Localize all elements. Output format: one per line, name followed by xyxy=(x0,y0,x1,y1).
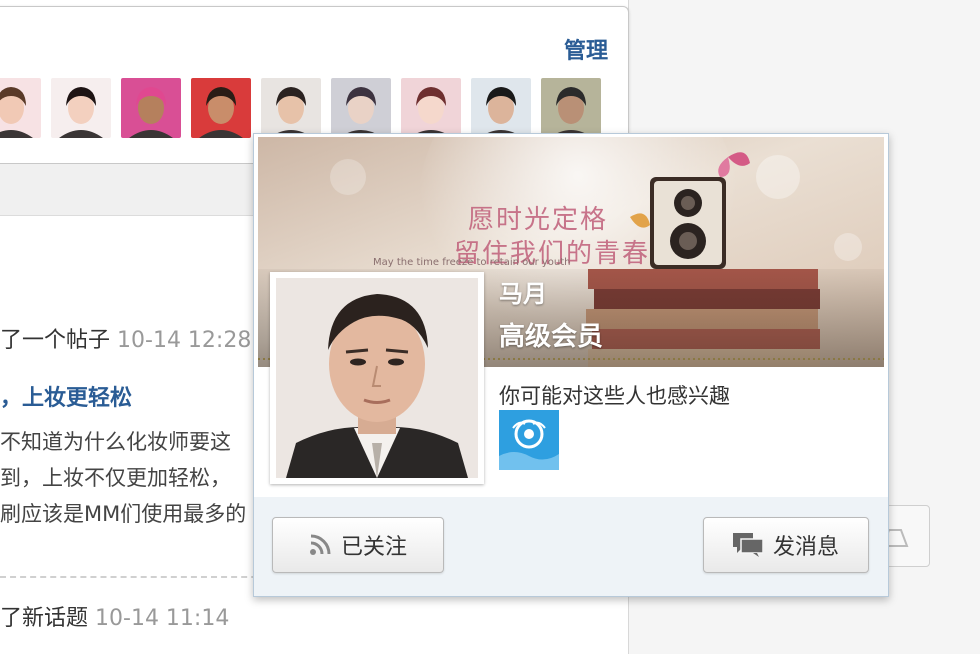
avatar xyxy=(276,278,478,478)
user-level-badge: 高级会员 xyxy=(499,322,604,352)
excerpt-line: 刷应该是MM们使用最多的 xyxy=(0,502,247,526)
avatar xyxy=(331,78,391,138)
following-user-avatar[interactable] xyxy=(0,78,41,138)
feed-activity-time: 10-14 11:14 xyxy=(95,606,230,631)
following-user-avatar[interactable] xyxy=(51,78,111,138)
following-avatar-row xyxy=(0,78,601,138)
feed-activity-text: 了新话题 xyxy=(0,606,89,631)
following-user-avatar[interactable] xyxy=(331,78,391,138)
rss-icon xyxy=(309,534,331,555)
avatar xyxy=(471,78,531,138)
avatar xyxy=(121,78,181,138)
message-icon xyxy=(732,533,763,557)
feed-activity-line: 了新话题 10-14 11:14 xyxy=(0,600,229,632)
following-user-avatar[interactable] xyxy=(121,78,181,138)
feed-post-excerpt: 不知道为什么化妆师要这 到，上妆不仅更加轻松， 刷应该是MM们使用最多的 xyxy=(0,424,270,532)
excerpt-line: 不知道为什么化妆师要这 xyxy=(0,430,231,454)
feed-activity-time: 10-14 12:28 xyxy=(117,328,252,353)
following-user-avatar[interactable] xyxy=(541,78,601,138)
avatar xyxy=(401,78,461,138)
excerpt-line: 到，上妆不仅更加轻松， xyxy=(0,466,231,490)
avatar xyxy=(499,410,559,470)
send-message-button[interactable]: 发消息 xyxy=(703,517,869,573)
user-name[interactable]: 马月 xyxy=(499,274,547,309)
send-message-label: 发消息 xyxy=(772,535,839,560)
following-user-avatar[interactable] xyxy=(401,78,461,138)
followed-button-label: 已关注 xyxy=(340,535,407,560)
avatar xyxy=(0,78,41,138)
avatar xyxy=(191,78,251,138)
feed-activity-line: 了一个帖子 10-14 12:28 xyxy=(0,322,251,354)
following-user-avatar[interactable] xyxy=(261,78,321,138)
followed-button[interactable]: 已关注 xyxy=(272,517,444,573)
feed-activity-text: 了一个帖子 xyxy=(0,328,111,353)
suggested-user-avatar[interactable] xyxy=(499,410,559,470)
avatar xyxy=(261,78,321,138)
following-user-avatar[interactable] xyxy=(191,78,251,138)
following-user-avatar[interactable] xyxy=(471,78,531,138)
manage-link[interactable]: 管理 xyxy=(564,33,608,65)
profile-avatar[interactable] xyxy=(270,272,484,484)
banner-title-1: 愿时光定格 xyxy=(468,205,609,235)
avatar xyxy=(51,78,111,138)
user-profile-card: 愿时光定格 留住我们的青春 May the time freeze to ret… xyxy=(253,133,889,597)
suggestion-label: 你可能对这些人也感兴趣 xyxy=(499,384,730,408)
avatar xyxy=(541,78,601,138)
profile-card-actions: 已关注 发消息 xyxy=(254,497,888,596)
banner-subtitle: May the time freeze to retain our youth xyxy=(373,257,571,268)
feed-post-title[interactable]: ，上妆更轻松 xyxy=(0,380,132,412)
